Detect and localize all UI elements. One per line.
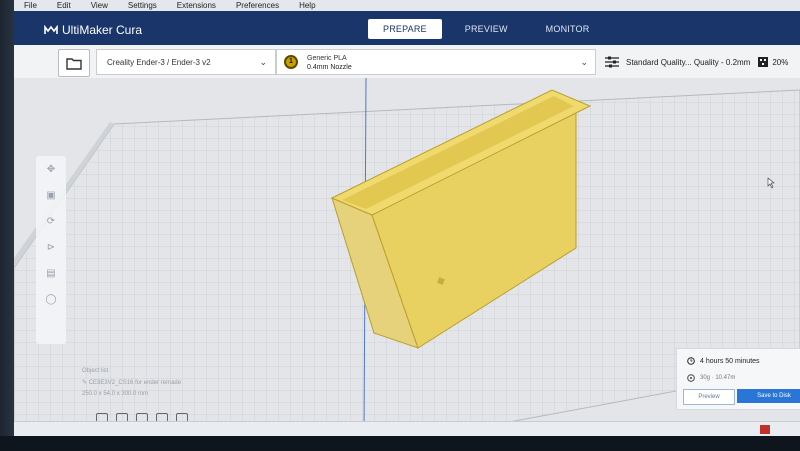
monitor-bezel — [0, 0, 14, 451]
support-blocker-icon[interactable]: ◯ — [44, 294, 58, 308]
app-title: UltiMaker Cura — [62, 23, 143, 37]
rotate-icon[interactable]: ⟳ — [44, 216, 58, 230]
mirror-icon[interactable]: ⊳ — [44, 242, 58, 256]
scale-icon[interactable]: ▣ — [44, 190, 58, 204]
print-time: 4 hours 50 minutes — [687, 357, 760, 365]
ultimaker-logo-icon — [44, 25, 58, 34]
per-model-settings-icon[interactable]: ▤ — [44, 268, 58, 282]
material-name: Generic PLA — [307, 55, 347, 62]
tool-sidebar: ✥ ▣ ⟳ ⊳ ▤ ◯ — [36, 156, 66, 344]
material-selector[interactable]: 1 Generic PLA 0.4mm Nozzle ⌄ — [276, 49, 596, 75]
tab-preview[interactable]: PREVIEW — [450, 19, 523, 39]
menu-bar: File Edit View Settings Extensions Prefe… — [14, 0, 800, 11]
extruder-badge: 1 — [284, 55, 298, 69]
nozzle-size: 0.4mm Nozzle — [307, 64, 352, 71]
menu-extensions[interactable]: Extensions — [167, 1, 226, 10]
chevron-down-icon: ⌄ — [259, 57, 267, 67]
app-header: UltiMaker Cura PREPARE PREVIEW MONITOR — [14, 11, 800, 45]
stage-tabs: PREPARE PREVIEW MONITOR — [368, 19, 604, 39]
menu-settings[interactable]: Settings — [118, 1, 167, 10]
preview-button[interactable]: Preview — [683, 389, 735, 405]
printer-selector[interactable]: Creality Ender-3 / Ender-3 v2 ⌄ — [96, 49, 276, 75]
folder-icon — [66, 57, 82, 70]
os-taskbar — [14, 421, 800, 437]
infill-icon — [758, 57, 769, 67]
move-icon[interactable]: ✥ — [44, 164, 58, 178]
object-filename: ✎ CE3E3V2_CS16 for ender remade — [82, 380, 182, 386]
app-logo: UltiMaker Cura — [44, 23, 142, 37]
infill-indicator: 20% — [758, 57, 788, 67]
menu-file[interactable]: File — [14, 1, 47, 10]
spool-icon — [687, 374, 695, 382]
tray-icon[interactable] — [760, 425, 770, 434]
tab-monitor[interactable]: MONITOR — [531, 19, 605, 39]
menu-preferences[interactable]: Preferences — [226, 1, 289, 10]
print-estimate-panel: 4 hours 50 minutes 30g · 10.47m Preview … — [676, 348, 800, 410]
tab-prepare[interactable]: PREPARE — [368, 19, 442, 39]
object-list-title[interactable]: Object list — [82, 368, 181, 374]
quality-profile: Standard Quality... Quality - 0.2mm — [626, 57, 751, 67]
menu-help[interactable]: Help — [289, 1, 325, 10]
menu-view[interactable]: View — [81, 1, 118, 10]
print-settings-selector[interactable]: Standard Quality... Quality - 0.2mm 20% — [604, 49, 800, 75]
open-file-button[interactable] — [58, 49, 90, 77]
monitor-bezel-bottom — [0, 436, 800, 451]
infill-value: 20% — [772, 57, 789, 67]
clock-icon — [687, 357, 695, 365]
menu-edit[interactable]: Edit — [47, 1, 81, 10]
object-dimensions: 250.0 x 54.0 x 300.0 mm — [82, 391, 149, 397]
settings-sliders-icon — [605, 56, 619, 68]
material-estimate: 30g · 10.47m — [687, 374, 735, 382]
save-to-disk-button[interactable]: Save to Disk — [737, 389, 800, 403]
printer-name: Creality Ender-3 / Ender-3 v2 — [107, 57, 211, 67]
print-setup-toolbar: Creality Ender-3 / Ender-3 v2 ⌄ 1 Generi… — [14, 45, 800, 79]
object-info: Object list ✎ CE3E3V2_CS16 for ender rem… — [82, 368, 181, 402]
chevron-down-icon: ⌄ — [580, 57, 588, 67]
